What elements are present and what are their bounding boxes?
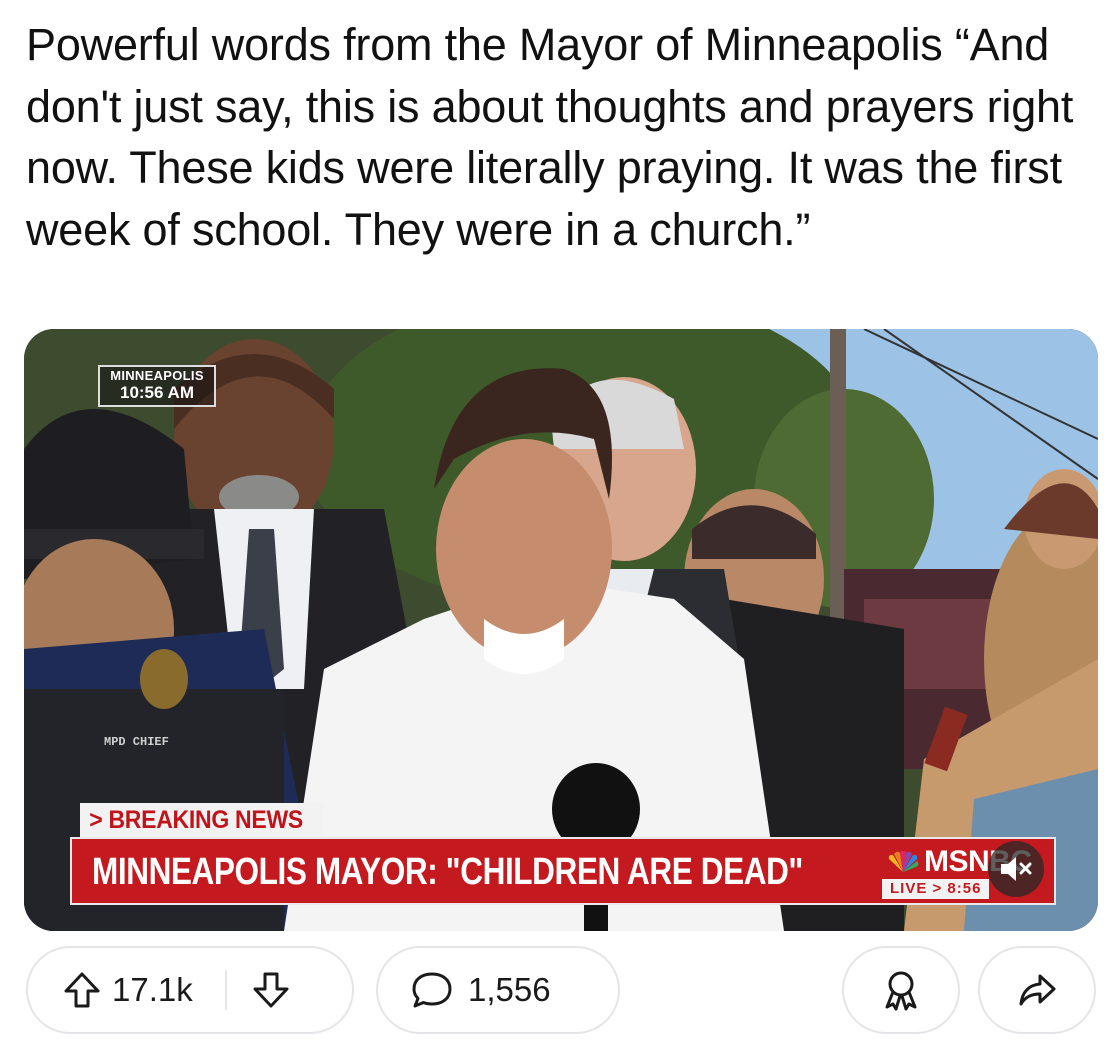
award-icon — [885, 971, 917, 1011]
broadcast-time: 10:56 AM — [119, 383, 194, 402]
downvote-icon[interactable] — [251, 970, 291, 1010]
comment-count: 1,556 — [468, 971, 551, 1008]
share-button[interactable] — [978, 946, 1096, 1034]
location-timestamp-bug: MINNEAPOLIS 10:56 AM — [98, 365, 216, 407]
video-player[interactable]: MINNEAPOLIS 10:56 AM MPD CHIEF > BREAKIN… — [24, 329, 1098, 931]
location-label: MINNEAPOLIS — [110, 368, 204, 383]
mute-button[interactable] — [988, 841, 1044, 897]
award-button[interactable] — [842, 946, 960, 1034]
breaking-news-label: > BREAKING NEWS — [80, 803, 324, 837]
live-indicator: LIVE > 8:56 — [882, 879, 990, 899]
chyron-bar: MINNEAPOLIS MAYOR: "CHILDREN ARE DEAD" M… — [70, 837, 1056, 905]
chyron-headline: MINNEAPOLIS MAYOR: "CHILDREN ARE DEAD" — [92, 851, 803, 893]
comments-button[interactable]: 1,556 — [376, 946, 620, 1034]
vote-divider — [224, 970, 227, 1010]
vote-count: 17.1k — [112, 971, 193, 1008]
mute-icon — [1001, 857, 1032, 881]
upvote-icon[interactable] — [62, 970, 102, 1010]
peacock-icon — [888, 851, 919, 872]
uniform-badge-text: MPD CHIEF — [104, 735, 169, 749]
post-action-bar: 17.1k 1,556 — [0, 944, 1118, 1044]
comment-icon — [410, 969, 454, 1011]
vote-control: 17.1k — [26, 946, 354, 1034]
post-title[interactable]: Powerful words from the Mayor of Minneap… — [26, 14, 1096, 260]
share-icon — [1019, 974, 1056, 1006]
